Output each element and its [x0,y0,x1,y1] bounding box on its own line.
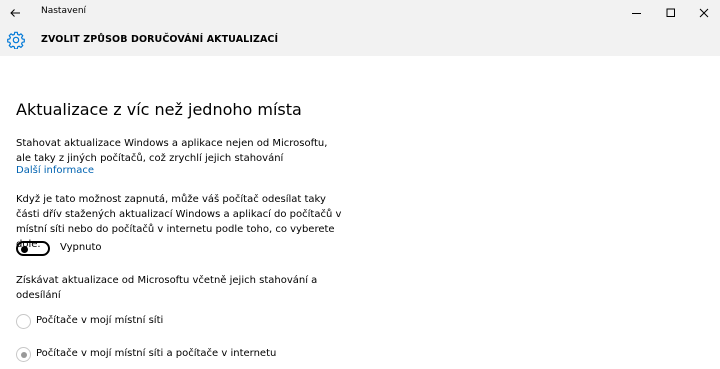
toggle-state-label: Vypnuto [60,242,102,253]
radio-selected-dot [20,351,27,358]
intro-text: Stahovat aktualizace Windows a aplikace … [16,138,328,164]
minimize-button[interactable] [621,0,653,25]
page-header: ZVOLIT ZPŮSOB DORUČOVÁNÍ AKTUALIZACÍ [0,25,720,56]
learn-more-link[interactable]: Další informace [16,165,94,176]
close-icon [699,8,709,17]
minimize-icon [632,12,641,14]
radio-local-and-internet[interactable] [16,347,31,362]
section-title: Aktualizace z víc než jednoho místa [16,100,302,119]
maximize-icon [666,8,675,17]
maximize-button[interactable] [655,0,687,25]
back-arrow-icon [10,8,20,17]
delivery-optimization-toggle[interactable] [16,241,50,256]
gear-icon [7,31,25,49]
toggle-knob [21,245,28,253]
title-bar: Nastavení [0,0,720,25]
radio-label-local-and-internet: Počítače v mojí místní síti a počítače v… [36,348,277,359]
window-title: Nastavení [41,6,87,16]
close-button[interactable] [688,0,720,25]
back-button[interactable] [0,0,30,25]
options-description: Získávat aktualizace od Microsoftu včetn… [16,275,318,301]
radio-local-network[interactable] [16,314,31,329]
page-title: ZVOLIT ZPŮSOB DORUČOVÁNÍ AKTUALIZACÍ [41,34,279,45]
radio-label-local-network: Počítače v mojí místní síti [36,315,164,326]
